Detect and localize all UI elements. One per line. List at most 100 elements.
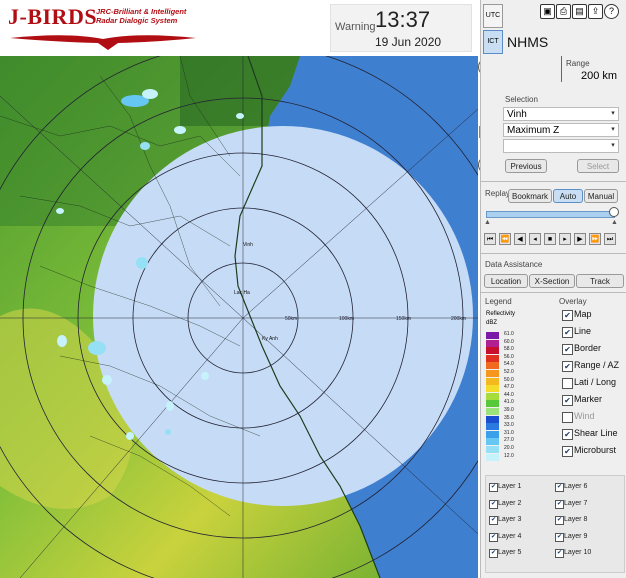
layer-checkbox[interactable]: ✔ xyxy=(555,499,564,509)
radar-map-canvas[interactable]: 50km 100km 150km 200km Vinh Lac Ha Ky An… xyxy=(0,56,478,578)
layer-checkbox[interactable]: ✔ xyxy=(555,532,564,542)
layer-checkbox[interactable]: ✔ xyxy=(489,499,498,509)
legend-unit: dBZ xyxy=(486,320,498,326)
legend-value: 52.0 xyxy=(504,369,514,375)
legend-swatch xyxy=(486,438,499,446)
overlay-checkbox[interactable]: ✔ xyxy=(562,446,573,457)
select-button[interactable]: Select xyxy=(577,159,619,173)
replay-timeline[interactable] xyxy=(486,211,615,218)
radar-map[interactable]: 50km 100km 150km 200km Vinh Lac Ha Ky An… xyxy=(0,56,478,578)
track-button[interactable]: Track xyxy=(576,274,624,288)
replay-slider-thumb[interactable] xyxy=(609,207,619,217)
legend-value: 54.0 xyxy=(504,361,514,368)
layer-checkbox[interactable]: ✔ xyxy=(555,483,564,492)
range-label: Range xyxy=(566,59,590,68)
rewind-icon[interactable]: ⏪ xyxy=(499,233,511,245)
legend-value: 44.0 xyxy=(504,391,514,398)
overlay-checkbox[interactable]: ✔ xyxy=(562,344,573,355)
layer-label: Layer 4 xyxy=(498,532,522,540)
chevron-down-icon: ▾ xyxy=(611,110,615,117)
overlay-checkbox[interactable] xyxy=(562,412,573,423)
manual-button[interactable]: Manual xyxy=(584,189,618,203)
layer-label: Layer 3 xyxy=(498,516,522,523)
ict-button[interactable]: ICT xyxy=(483,30,503,54)
legend-value: 47.0 xyxy=(504,384,514,391)
first-frame-icon[interactable]: ⏮ xyxy=(484,233,496,245)
next-frame-icon[interactable]: ▸ xyxy=(559,233,571,245)
print-icon[interactable]: ⎙ xyxy=(556,4,571,19)
legend-title: Legend xyxy=(485,297,512,306)
site-select[interactable]: Vinh ▾ xyxy=(503,107,619,121)
overlay-checkbox[interactable] xyxy=(562,378,573,389)
fast-forward-icon[interactable]: ⏩ xyxy=(589,233,601,245)
site-select-value: Vinh xyxy=(507,109,527,120)
product-select[interactable]: Maximum Z ▾ xyxy=(503,123,619,137)
export-icon[interactable]: ⇪ xyxy=(588,4,603,19)
bookmark-button[interactable]: Bookmark xyxy=(508,189,552,203)
auto-button[interactable]: Auto xyxy=(553,189,583,203)
play-icon[interactable]: ▶ xyxy=(574,233,586,245)
layer-checkbox[interactable]: ✔ xyxy=(489,549,498,558)
logo-text: J-BIRDS xyxy=(8,4,98,29)
product-select-value: Maximum Z xyxy=(507,125,560,136)
logo-subtitle-line2: Radar Dialogic System xyxy=(96,16,178,25)
layer-checkbox[interactable]: ✔ xyxy=(489,532,498,542)
logo-subtitle: JRC-Brilliant & Intelligent Radar Dialog… xyxy=(96,7,206,25)
prev-frame-icon[interactable]: ◂ xyxy=(529,233,541,245)
legend-value: 61.0 xyxy=(504,331,514,337)
control-sidebar: UTC ICT ▣ ⎙ ▤ ⇪ ? NHMS Range 200 km Sele… xyxy=(480,0,626,578)
overlay-label: Map xyxy=(574,309,592,319)
layer-checkbox[interactable]: ✔ xyxy=(489,483,498,492)
legend-swatch xyxy=(486,354,499,362)
overlay-label: Lati / Long xyxy=(574,377,617,387)
legend-product: Reflectivity xyxy=(486,311,516,317)
folder-icon[interactable]: ▤ xyxy=(572,4,587,19)
legend-swatch xyxy=(486,400,499,408)
layer-label: Layer 1 xyxy=(498,483,522,490)
overlay-title: Overlay xyxy=(559,297,587,306)
legend-swatch xyxy=(486,332,499,339)
replay-end-marker-icon[interactable]: ▲ xyxy=(611,219,618,226)
legend-swatch xyxy=(486,446,499,453)
utc-button[interactable]: UTC xyxy=(483,4,503,28)
legend-swatch xyxy=(486,453,499,461)
legend-swatch xyxy=(486,339,499,347)
header-bar: J-BIRDS JRC-Brilliant & Intelligent Rada… xyxy=(0,0,478,57)
xsection-button[interactable]: X-Section xyxy=(529,274,575,288)
location-button[interactable]: Location xyxy=(484,274,528,288)
help-icon[interactable]: ? xyxy=(604,4,619,19)
legend-swatch xyxy=(486,370,499,377)
extra-select[interactable]: ▾ xyxy=(503,139,619,153)
chevron-down-icon: ▾ xyxy=(611,126,615,133)
overlay-checkbox[interactable]: ✔ xyxy=(562,429,573,440)
layer-label: Layer 8 xyxy=(564,516,588,523)
overlay-checkbox[interactable]: ✔ xyxy=(562,327,573,338)
warning-label[interactable]: Warning xyxy=(335,21,376,33)
overlay-label: Shear Line xyxy=(574,428,618,438)
range-label-150: 150km xyxy=(396,316,411,322)
layer-checkbox[interactable]: ✔ xyxy=(489,516,498,525)
save-icon[interactable]: ▣ xyxy=(540,4,555,19)
layer-label: Layer 10 xyxy=(564,549,592,556)
legend-value: 31.0 xyxy=(504,429,514,436)
legend-swatch xyxy=(486,430,499,438)
layer-checkbox[interactable]: ✔ xyxy=(555,516,564,525)
step-back-icon[interactable]: ◀ xyxy=(514,233,526,245)
replay-start-marker-icon[interactable]: ▲ xyxy=(484,219,491,226)
legend-value: 33.0 xyxy=(504,422,514,429)
last-frame-icon[interactable]: ⏭ xyxy=(604,233,616,245)
replay-label: Replay xyxy=(485,189,510,198)
overlay-checkbox[interactable]: ✔ xyxy=(562,361,573,372)
range-label-50: 50km xyxy=(285,316,297,322)
layer-checkbox[interactable]: ✔ xyxy=(555,549,564,558)
legend-swatch xyxy=(486,423,499,431)
overlay-label: Line xyxy=(574,326,592,336)
layer-label: Layer 6 xyxy=(564,483,588,490)
overlay-label: Range / AZ xyxy=(574,360,620,370)
range-label-200: 200km xyxy=(451,316,466,322)
previous-button[interactable]: Previous xyxy=(505,159,547,173)
overlay-checkbox[interactable]: ✔ xyxy=(562,310,573,321)
stop-icon[interactable]: ■ xyxy=(544,233,556,245)
overlay-checkbox[interactable]: ✔ xyxy=(562,395,573,406)
selection-label: Selection xyxy=(505,95,538,104)
